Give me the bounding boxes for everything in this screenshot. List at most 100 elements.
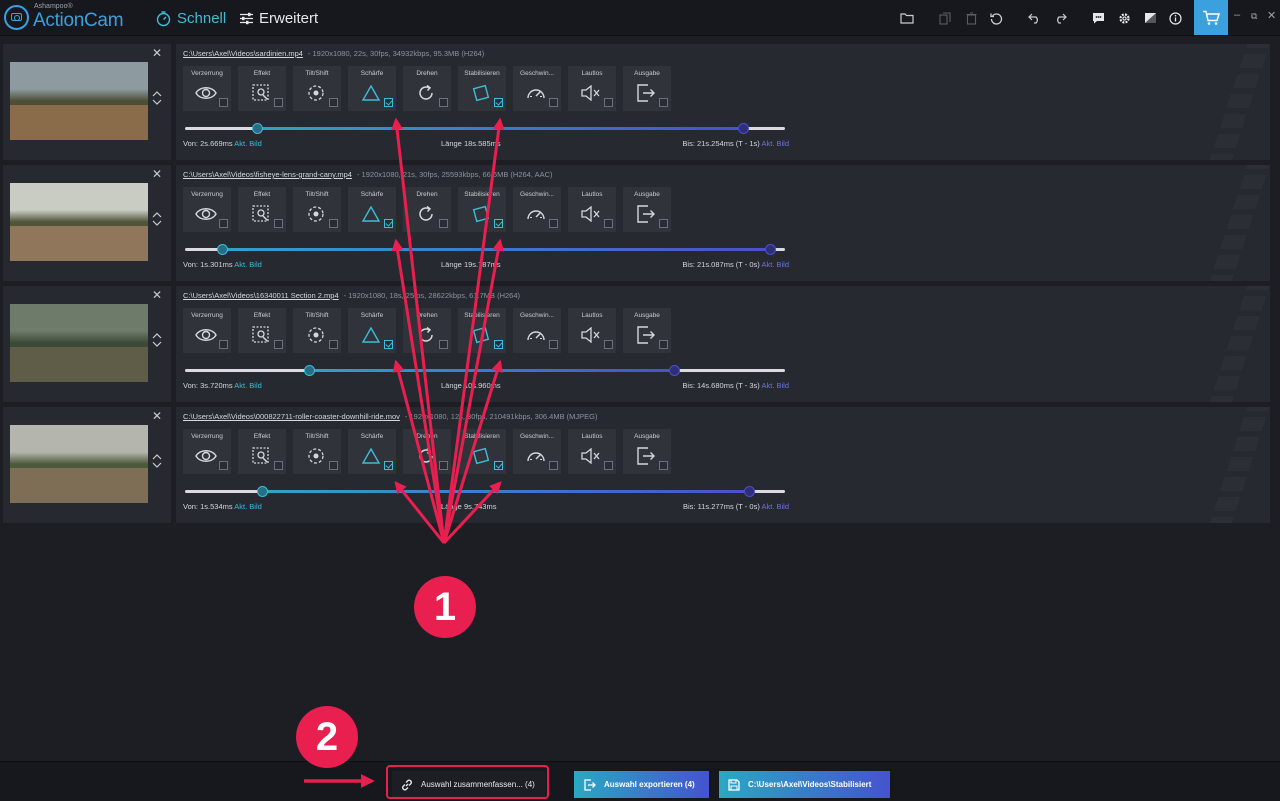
minimize-icon[interactable]: – [1234, 9, 1240, 21]
move-up-icon[interactable] [152, 333, 162, 339]
tool-checkbox-verzerrung[interactable] [219, 340, 228, 349]
tool-drehen[interactable]: Drehen [403, 66, 451, 111]
tool-schaerfe[interactable]: Schärfe [348, 187, 396, 232]
tool-checkbox-geschwindigkeit[interactable] [549, 340, 558, 349]
move-down-icon[interactable] [152, 462, 162, 468]
tool-effekt[interactable]: Effekt [238, 66, 286, 111]
video-thumbnail[interactable] [10, 62, 148, 140]
tool-geschwindigkeit[interactable]: Geschwin... [513, 66, 561, 111]
tool-tilt-shift[interactable]: Tilt/Shift [293, 308, 341, 353]
tool-tilt-shift[interactable]: Tilt/Shift [293, 429, 341, 474]
tool-checkbox-schaerfe[interactable] [384, 461, 393, 470]
tool-checkbox-geschwindigkeit[interactable] [549, 461, 558, 470]
tool-ausgabe[interactable]: Ausgabe [623, 308, 671, 353]
output-folder-button[interactable]: C:\Users\Axel\Videos\Stabilisiert [719, 771, 890, 798]
tool-checkbox-stabilisieren[interactable] [494, 461, 503, 470]
tool-checkbox-lautlos[interactable] [604, 98, 613, 107]
tool-checkbox-schaerfe[interactable] [384, 98, 393, 107]
tool-geschwindigkeit[interactable]: Geschwin... [513, 187, 561, 232]
tool-checkbox-tilt-shift[interactable] [329, 340, 338, 349]
video-file-path[interactable]: C:\Users\Axel\Videos\fisheye-lens-grand-… [183, 170, 352, 179]
trim-slider[interactable] [185, 123, 785, 134]
tool-checkbox-ausgabe[interactable] [659, 461, 668, 470]
tool-drehen[interactable]: Drehen [403, 187, 451, 232]
tool-checkbox-verzerrung[interactable] [219, 219, 228, 228]
folder-open-icon[interactable] [898, 9, 916, 27]
remove-video-icon[interactable]: ✕ [152, 167, 162, 181]
tool-checkbox-drehen[interactable] [439, 340, 448, 349]
tool-checkbox-lautlos[interactable] [604, 461, 613, 470]
tool-ausgabe[interactable]: Ausgabe [623, 187, 671, 232]
end-current-frame-link[interactable]: Akt. Bild [761, 502, 789, 511]
remove-video-icon[interactable]: ✕ [152, 288, 162, 302]
trim-start-handle[interactable] [304, 365, 316, 376]
tool-checkbox-verzerrung[interactable] [219, 461, 228, 470]
tool-checkbox-schaerfe[interactable] [384, 219, 393, 228]
tool-stabilisieren[interactable]: Stabilisieren [458, 187, 506, 232]
tool-stabilisieren[interactable]: Stabilisieren [458, 429, 506, 474]
tool-verzerrung[interactable]: Verzerrung [183, 66, 231, 111]
tool-geschwindigkeit[interactable]: Geschwin... [513, 429, 561, 474]
tool-checkbox-schaerfe[interactable] [384, 340, 393, 349]
tool-lautlos[interactable]: Lautlos [568, 308, 616, 353]
trim-end-handle[interactable] [765, 244, 776, 255]
tool-effekt[interactable]: Effekt [238, 187, 286, 232]
tool-checkbox-effekt[interactable] [274, 461, 283, 470]
start-current-frame-link[interactable]: Akt. Bild [234, 381, 262, 390]
end-current-frame-link[interactable]: Akt. Bild [761, 260, 789, 269]
tool-stabilisieren[interactable]: Stabilisieren [458, 308, 506, 353]
tool-verzerrung[interactable]: Verzerrung [183, 429, 231, 474]
trim-start-handle[interactable] [252, 123, 263, 134]
undo-icon[interactable] [1025, 9, 1043, 27]
settings-gear-icon[interactable] [1115, 9, 1133, 27]
move-down-icon[interactable] [152, 220, 162, 226]
tool-checkbox-geschwindigkeit[interactable] [549, 219, 558, 228]
video-file-path[interactable]: C:\Users\Axel\Videos\000822711-roller-co… [183, 412, 400, 421]
trim-start-handle[interactable] [256, 486, 268, 497]
tool-ausgabe[interactable]: Ausgabe [623, 66, 671, 111]
feedback-icon[interactable] [1089, 9, 1107, 27]
trim-end-handle[interactable] [738, 123, 749, 134]
reset-icon[interactable] [987, 9, 1005, 27]
tool-tilt-shift[interactable]: Tilt/Shift [293, 66, 341, 111]
move-up-icon[interactable] [152, 212, 162, 218]
delete-icon[interactable] [962, 9, 980, 27]
tool-checkbox-drehen[interactable] [439, 461, 448, 470]
restore-icon[interactable]: ⧉ [1251, 11, 1257, 22]
tool-geschwindigkeit[interactable]: Geschwin... [513, 308, 561, 353]
tool-stabilisieren[interactable]: Stabilisieren [458, 66, 506, 111]
tool-checkbox-effekt[interactable] [274, 340, 283, 349]
close-window-icon[interactable]: ✕ [1267, 9, 1276, 22]
video-file-path[interactable]: C:\Users\Axel\Videos\sardinien.mp4 [183, 49, 303, 58]
tool-drehen[interactable]: Drehen [403, 429, 451, 474]
tool-checkbox-ausgabe[interactable] [659, 98, 668, 107]
trim-slider[interactable] [185, 365, 785, 376]
video-thumbnail[interactable] [10, 425, 148, 503]
tool-checkbox-geschwindigkeit[interactable] [549, 98, 558, 107]
video-thumbnail[interactable] [10, 304, 148, 382]
mode-tab-erweitert[interactable]: Erweitert [239, 8, 318, 28]
video-thumbnail[interactable] [10, 183, 148, 261]
tool-checkbox-lautlos[interactable] [604, 219, 613, 228]
tool-checkbox-lautlos[interactable] [604, 340, 613, 349]
tool-drehen[interactable]: Drehen [403, 308, 451, 353]
start-current-frame-link[interactable]: Akt. Bild [234, 260, 262, 269]
tool-schaerfe[interactable]: Schärfe [348, 429, 396, 474]
tool-lautlos[interactable]: Lautlos [568, 66, 616, 111]
merge-selection-button[interactable]: Auswahl zusammenfassen... (4) [392, 771, 546, 798]
copy-icon[interactable] [936, 9, 954, 27]
export-selection-button[interactable]: Auswahl exportieren (4) [574, 771, 709, 798]
remove-video-icon[interactable]: ✕ [152, 46, 162, 60]
tool-checkbox-effekt[interactable] [274, 219, 283, 228]
tool-tilt-shift[interactable]: Tilt/Shift [293, 187, 341, 232]
tool-effekt[interactable]: Effekt [238, 308, 286, 353]
tool-checkbox-drehen[interactable] [439, 98, 448, 107]
skin-icon[interactable] [1141, 9, 1159, 27]
tool-checkbox-ausgabe[interactable] [659, 219, 668, 228]
tool-lautlos[interactable]: Lautlos [568, 429, 616, 474]
tool-schaerfe[interactable]: Schärfe [348, 66, 396, 111]
tool-checkbox-stabilisieren[interactable] [494, 340, 503, 349]
move-up-icon[interactable] [152, 454, 162, 460]
tool-effekt[interactable]: Effekt [238, 429, 286, 474]
tool-checkbox-stabilisieren[interactable] [494, 98, 503, 107]
